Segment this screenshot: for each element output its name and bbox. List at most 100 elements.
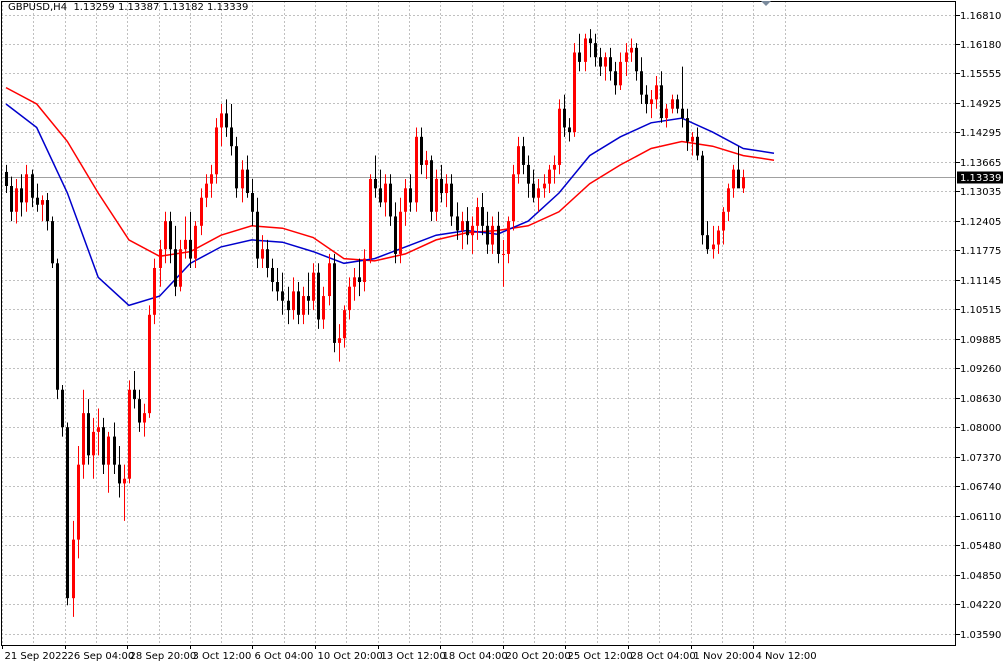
ohlc-values: 1.13259 1.13387 1.13182 1.13339 [73, 2, 249, 13]
candle-body [72, 539, 75, 599]
candle-body [123, 478, 126, 484]
candle-body [517, 146, 520, 175]
candle [660, 71, 663, 123]
candle [322, 286, 325, 329]
candle-body [737, 169, 740, 189]
candle [118, 445, 121, 498]
candle-body [241, 169, 244, 189]
candle [594, 33, 597, 67]
candle-body [609, 57, 612, 72]
candle [312, 263, 315, 311]
candle-body [727, 188, 730, 212]
candle [394, 202, 397, 264]
candle-body [425, 160, 428, 165]
candle-body [113, 436, 116, 465]
candle [251, 178, 254, 226]
candle-body [476, 207, 479, 226]
candle-body [584, 38, 587, 62]
candle [179, 239, 182, 292]
candle [665, 104, 668, 128]
candle-body [138, 399, 141, 423]
plot-frame [1, 1, 956, 646]
candle-body [230, 127, 233, 147]
candle-body [660, 85, 663, 119]
candle-body [706, 235, 709, 250]
candle-body [328, 263, 331, 297]
chart[interactable]: 1.16810 1.16180 1.15555 1.14925 1.14295 1.136… [0, 0, 1008, 664]
candle [36, 183, 39, 212]
candle-body [343, 310, 346, 339]
candle-body [205, 183, 208, 198]
candle [630, 38, 633, 62]
candle [317, 263, 320, 329]
price-tick-label: 1.06740 [960, 482, 1001, 493]
candle-body [322, 296, 325, 320]
candle-body [671, 99, 674, 109]
candle [92, 417, 95, 479]
candle-body [5, 171, 8, 187]
time-tick-label: 28 Sep 20:00 [130, 651, 197, 662]
candle-body [82, 413, 85, 465]
candle [66, 422, 69, 606]
candle-body [353, 277, 356, 287]
candle-body [655, 85, 658, 100]
candle-body [369, 178, 372, 259]
chart-canvas[interactable]: 1.16810 1.16180 1.15555 1.14925 1.14295 1.136… [0, 0, 1008, 664]
time-tick-label: 6 Oct 04:00 [255, 651, 314, 662]
candle [609, 47, 612, 81]
candle-body [512, 174, 515, 222]
candle [128, 380, 131, 484]
candle [174, 225, 177, 297]
candle [338, 324, 341, 362]
candle [671, 94, 674, 114]
candle [415, 127, 418, 212]
candle [486, 211, 489, 254]
candle-body [281, 291, 284, 301]
candle [276, 267, 279, 301]
candle-body [97, 427, 100, 432]
candle [138, 389, 141, 432]
candle [15, 178, 18, 224]
candle-body [159, 249, 162, 268]
candle-body [302, 296, 305, 315]
candle [553, 155, 556, 184]
candle-body [409, 188, 412, 203]
candle [333, 253, 336, 353]
candle-body [312, 272, 315, 301]
price-tick-label: 1.05480 [960, 541, 1001, 552]
candle-body [363, 258, 366, 283]
price-tick-label: 1.08630 [960, 394, 1001, 405]
candle [450, 174, 453, 226]
candle [466, 207, 469, 245]
candle-body [102, 427, 105, 465]
candle [113, 422, 116, 475]
price-tick-label: 1.04850 [960, 571, 1001, 582]
candle [517, 136, 520, 184]
candle-body [51, 221, 54, 264]
candle [77, 445, 80, 559]
candle-body [297, 291, 300, 315]
candle-body [645, 94, 648, 105]
candle-body [210, 174, 213, 184]
candle-body [148, 314, 151, 414]
candle-body [235, 146, 238, 189]
candle [271, 258, 274, 292]
chart-shift-marker[interactable] [761, 1, 771, 6]
time-tick-label: 3 Oct 12:00 [193, 651, 252, 662]
candle [348, 277, 351, 320]
price-tick-label: 1.16180 [960, 40, 1001, 51]
candle [568, 118, 571, 142]
candle [512, 164, 515, 231]
candle-body [430, 160, 433, 212]
candle-body [246, 169, 249, 194]
symbol-info: GBPUSD,H4 1.13259 1.13387 1.13182 1.1333… [8, 2, 248, 13]
candle-body [491, 225, 494, 245]
candle-body [573, 52, 576, 133]
candle [491, 216, 494, 254]
candle-body [543, 183, 546, 189]
candle-body [394, 216, 397, 254]
candle-body [527, 164, 530, 184]
candle [266, 239, 269, 278]
candle [87, 399, 90, 465]
candle-body [507, 221, 510, 254]
